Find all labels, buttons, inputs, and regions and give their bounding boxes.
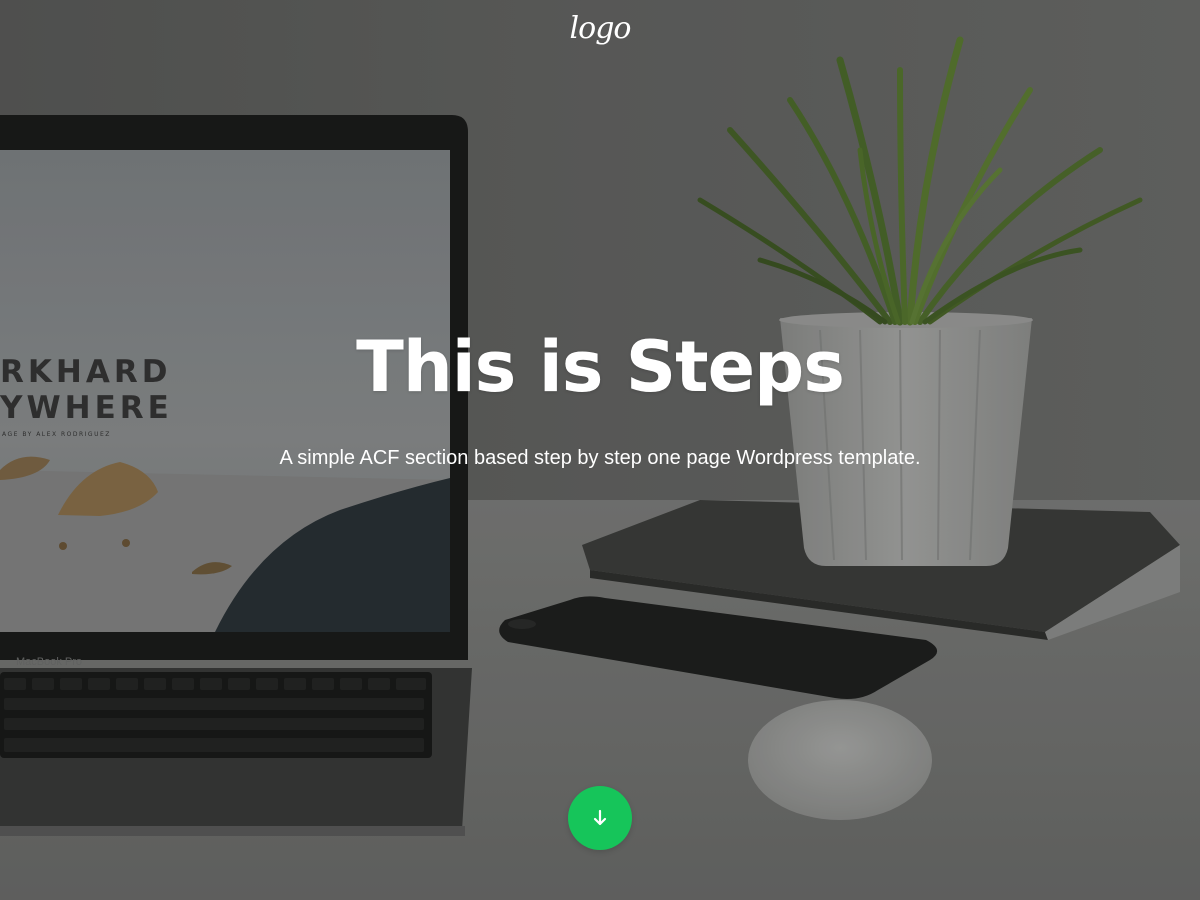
- logo[interactable]: logo: [0, 14, 1200, 44]
- hero-subtitle: A simple ACF section based step by step …: [279, 447, 921, 469]
- scroll-down-button[interactable]: [568, 786, 632, 850]
- hero-title: This is Steps: [356, 326, 845, 408]
- hero-section: RKHARD YWHERE AGE BY ALEX RODRIGUEZ MacB…: [0, 0, 1200, 900]
- arrow-down-icon: [593, 809, 607, 826]
- mouse: [748, 700, 932, 820]
- svg-text:MacBook Pro: MacBook Pro: [16, 656, 82, 668]
- laptop: RKHARD YWHERE AGE BY ALEX RODRIGUEZ MacB…: [0, 115, 472, 836]
- svg-text:AGE BY ALEX RODRIGUEZ: AGE BY ALEX RODRIGUEZ: [2, 431, 111, 438]
